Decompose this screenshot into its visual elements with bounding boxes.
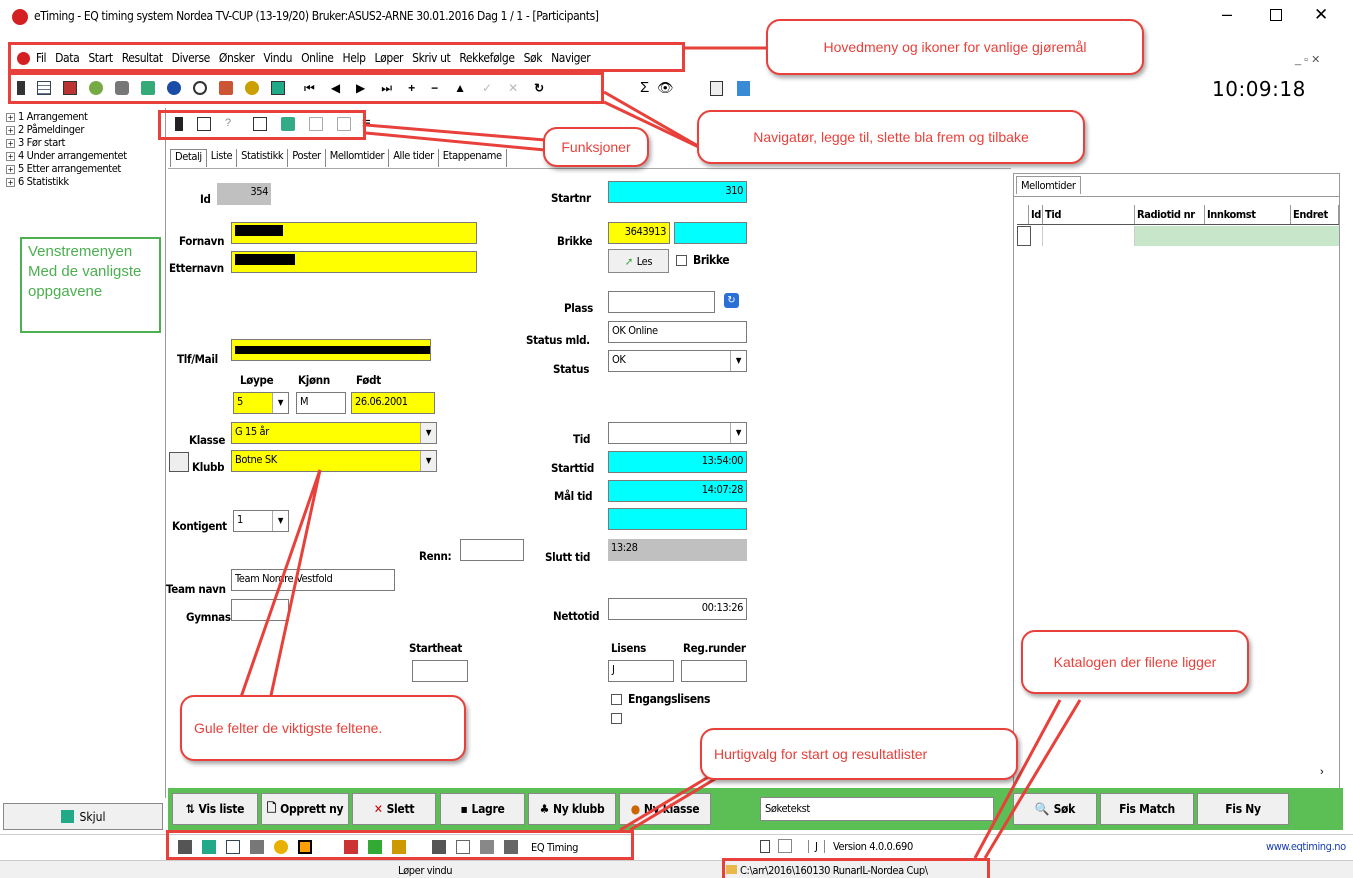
callout-nav: Navigatør, legge til, slette bla frem og… (697, 110, 1085, 164)
callout-katalog: Katalogen der filene ligger (1021, 630, 1249, 694)
callout-hurtig: Hurtigvalg for start og resultatlister (700, 728, 1018, 780)
left-menu-callout: Venstremenyen Med de vanligste oppgavene (20, 237, 161, 333)
callout-menu: Hovedmeny og ikoner for vanlige gjøremål (766, 19, 1144, 75)
callout-functions: Funksjoner (543, 127, 649, 167)
callout-gule: Gule felter de viktigste feltene. (180, 695, 466, 761)
